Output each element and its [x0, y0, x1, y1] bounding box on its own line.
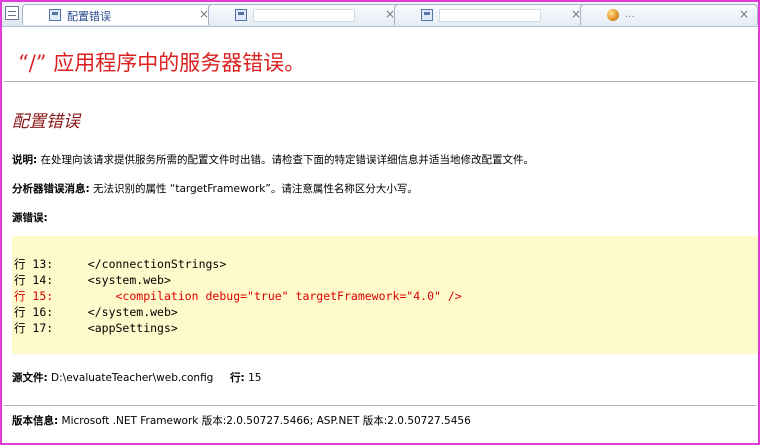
version-info: 版本信息: Microsoft .NET Framework 版本:2.0.50…: [12, 413, 471, 428]
parser-error-message: 分析器错误消息: 无法识别的属性 “targetFramework”。请注意属性…: [12, 181, 418, 196]
version-label: 版本信息:: [12, 415, 59, 427]
source-error-label: 源错误:: [12, 210, 48, 225]
page-title: “/” 应用程序中的服务器错误。: [18, 51, 306, 75]
source-file-label: 源文件:: [12, 372, 48, 384]
code-line-error: 行 15: <compilation debug="true" targetFr…: [14, 289, 462, 303]
parser-text: 无法识别的属性 “targetFramework”。请注意属性名称区分大小写。: [93, 183, 418, 195]
page-icon: [49, 9, 61, 21]
source-file-info: 源文件: D:\evaluateTeacher\web.config 行: 15: [12, 370, 261, 385]
tab-label: ...: [625, 9, 635, 20]
globe-icon: [607, 9, 619, 21]
tab-page-4[interactable]: ... ×: [580, 4, 758, 25]
tab-list-menu-icon[interactable]: [5, 6, 19, 20]
tab-bar: 配置错误 × × × ... ×: [2, 2, 758, 27]
tab-page-3[interactable]: ×: [394, 4, 590, 25]
page-icon: [421, 9, 433, 21]
code-line: 行 17: <appSettings>: [14, 321, 178, 335]
divider: [4, 81, 756, 82]
parser-label: 分析器错误消息:: [12, 183, 90, 195]
description: 说明: 在处理向该请求提供服务所需的配置文件时出错。请检查下面的特定错误详细信息…: [12, 152, 534, 167]
version-text: Microsoft .NET Framework 版本:2.0.50727.54…: [61, 415, 471, 427]
code-line: 行 16: </system.web>: [14, 305, 178, 319]
tab-label: [253, 9, 355, 22]
description-label: 说明:: [12, 154, 38, 166]
line-label: 行:: [230, 372, 245, 384]
divider: [4, 405, 756, 406]
error-heading: 配置错误: [12, 112, 80, 132]
code-line: 行 14: <system.web>: [14, 273, 171, 287]
source-error-label-text: 源错误:: [12, 212, 48, 224]
tab-label: [439, 9, 541, 22]
description-text: 在处理向该请求提供服务所需的配置文件时出错。请检查下面的特定错误详细信息并适当地…: [40, 154, 535, 166]
source-code-block: 行 13: </connectionStrings> 行 14: <system…: [12, 236, 758, 354]
close-icon[interactable]: ×: [739, 7, 749, 21]
tab-page-2[interactable]: ×: [208, 4, 404, 25]
code-line: 行 13: </connectionStrings>: [14, 257, 227, 271]
page-icon: [235, 9, 247, 21]
tab-label: 配置错误: [67, 10, 111, 23]
tab-config-error[interactable]: 配置错误 ×: [22, 4, 218, 25]
line-number: 15: [248, 372, 262, 384]
source-file-path: D:\evaluateTeacher\web.config: [51, 372, 214, 384]
